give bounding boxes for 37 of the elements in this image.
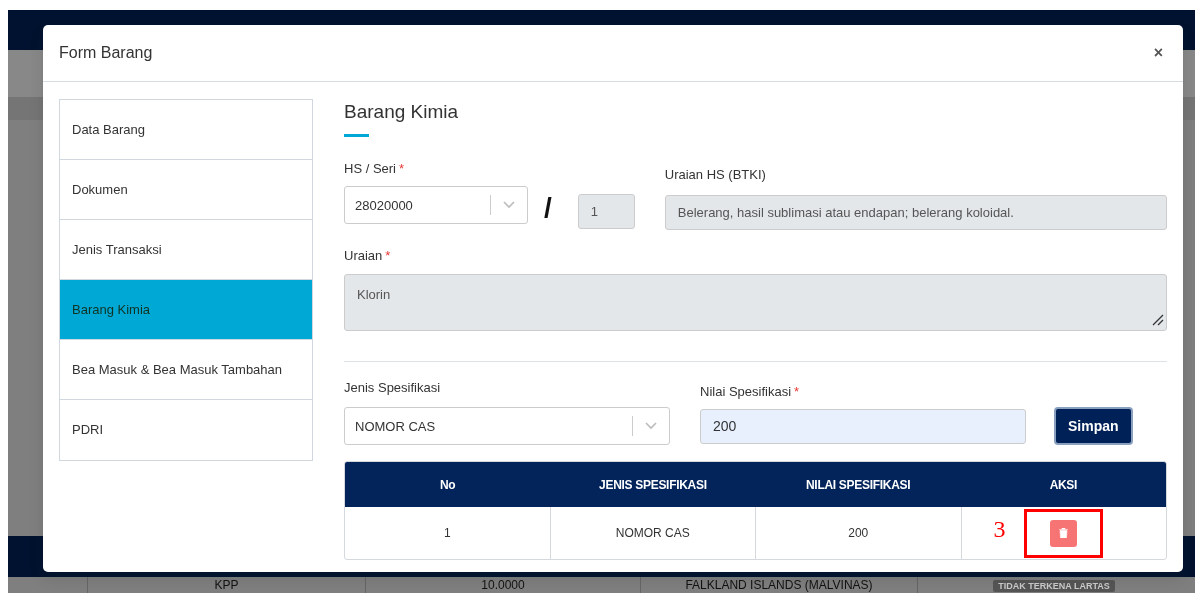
separator-slash: / — [544, 194, 552, 223]
title-underline — [344, 133, 369, 137]
trash-icon — [1059, 528, 1069, 539]
uraian-hs-field[interactable]: Belerang, hasil sublimasi atau endapan; belerang koloidal. — [664, 195, 1167, 231]
field-label: Jenis Spesifikasi — [344, 378, 441, 397]
table-cell-text: 200 — [848, 525, 869, 543]
field-label: Uraian — [344, 247, 383, 266]
column-header: NILAI SPESIFIKASI — [805, 476, 912, 494]
required-mark: * — [399, 159, 405, 178]
field-label: Nilai Spesifikasi — [700, 382, 792, 401]
column-header: JENIS SPESIFIKASI — [598, 476, 708, 494]
annotation-number: 3 — [993, 517, 1006, 542]
seri-field[interactable]: 1 — [577, 194, 635, 230]
required-mark: * — [794, 382, 800, 401]
field-label: Uraian HS (BTKI) — [664, 165, 766, 184]
hs-select[interactable]: 28020000 — [344, 186, 528, 225]
table-cell: FALKLAND ISLANDS (MALVINAS) — [640, 577, 917, 593]
field-label: HS / Seri — [344, 159, 396, 178]
close-button[interactable]: × — [1149, 45, 1167, 61]
modal-title: Form Barang — [59, 43, 153, 63]
value-field[interactable]: 200 — [700, 409, 1026, 445]
sidebar-item[interactable]: Barang Kimia — [60, 280, 312, 340]
specification-select[interactable]: NOMOR CAS — [344, 407, 670, 446]
status-badge: TIDAK TERKENA LARTAS — [993, 580, 1115, 592]
column-header: AKSI — [1048, 476, 1079, 494]
uraian-textarea[interactable]: Klorin — [344, 273, 1167, 331]
save-button[interactable]: Simpan — [1054, 407, 1133, 446]
chevron-down-icon — [503, 201, 515, 210]
column-header: No — [438, 476, 457, 494]
delete-button[interactable] — [1050, 519, 1078, 547]
required-mark: * — [385, 247, 391, 266]
table-cell: KPP — [87, 577, 365, 593]
section-title: Barang Kimia — [344, 101, 460, 124]
table-cell-text: NOMOR CAS — [615, 525, 690, 543]
table-cell: 10.0000 — [365, 577, 640, 593]
chevron-down-icon — [645, 422, 657, 431]
table-cell-text: 1 — [443, 525, 451, 543]
